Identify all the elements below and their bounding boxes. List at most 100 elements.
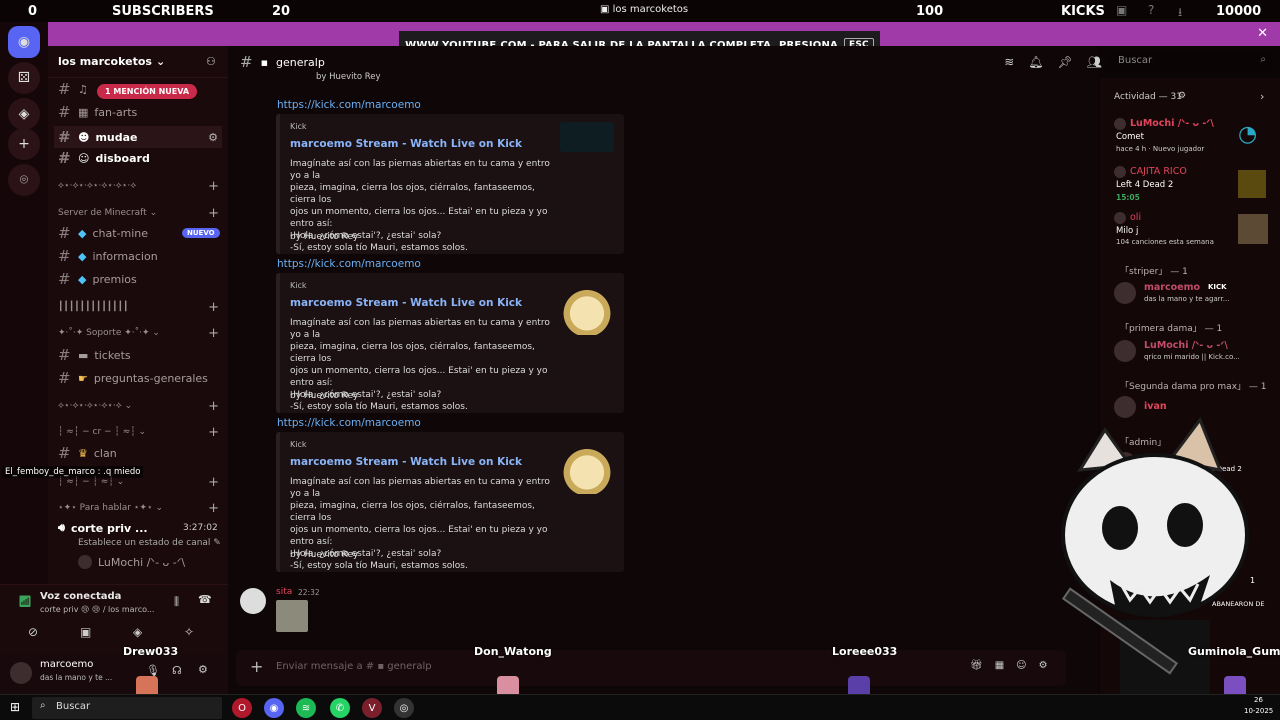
download-icon[interactable]: ⭳ — [1178, 3, 1182, 24]
soundwave-icon[interactable]: ⫼ — [174, 595, 179, 609]
discord-icon[interactable]: ◉ — [264, 698, 284, 718]
settings-icon[interactable]: ⚙ — [198, 663, 208, 676]
members-icon[interactable]: 👥︎ — [1087, 55, 1102, 69]
category-soporte[interactable]: ✦·˚·✦ Soporte ✦·˚·✦ ⌄ + — [58, 326, 223, 341]
embed-title[interactable]: marcoemo Stream - Watch Live on Kick — [290, 138, 522, 150]
bell-icon[interactable]: 🔔︎ — [1028, 55, 1043, 69]
add-channel-icon[interactable]: + — [208, 206, 219, 221]
avatar — [1114, 166, 1126, 178]
screen-share-icon[interactable]: ▣ — [80, 625, 91, 639]
add-channel-icon[interactable]: + — [208, 300, 219, 315]
hash-icon: # — [58, 80, 71, 98]
add-channel-icon[interactable]: + — [208, 425, 219, 440]
diamond-icon: ◆ — [78, 272, 87, 286]
category-para-hablar[interactable]: ⋆✦⋆ Para hablar ⋆✦⋆ ⌄ + — [58, 501, 223, 516]
message-link[interactable]: https://kick.com/marcoemo — [277, 417, 421, 429]
voice-channel-corte-priv[interactable]: 🔊︎ corte priv ... 3:27:02 — [58, 521, 218, 535]
inbox-icon[interactable]: ▣ — [1116, 3, 1127, 17]
embed-title[interactable]: marcoemo Stream - Watch Live on Kick — [290, 297, 522, 309]
avatar[interactable] — [10, 662, 32, 684]
whatsapp-icon[interactable]: ✆ — [330, 698, 350, 718]
composer-actions[interactable]: 🎁︎▦☺⚙ — [970, 660, 1060, 671]
avatar[interactable] — [1114, 340, 1136, 362]
diamond-icon: ◆ — [78, 249, 87, 263]
server-header[interactable]: los marcoketos ⌄ ⚇ — [48, 46, 228, 78]
server-icon-2[interactable]: ◈ — [8, 98, 40, 130]
member-name[interactable]: CAJITA RICO — [1130, 166, 1187, 177]
voice-location[interactable]: corte priv 😢 😢 / los marco... — [40, 605, 154, 614]
category-separator[interactable]: ⟡⋆·⟡⋆·⟡⋆·⟡⋆·⟡⋆·⟡ + — [58, 179, 223, 194]
close-icon[interactable]: ✕ — [1257, 26, 1268, 41]
voice-status-prompt[interactable]: Establece un estado de canal ✎ — [78, 538, 228, 548]
pin-icon[interactable]: 📌︎ — [1058, 55, 1073, 69]
hash-icon: # — [58, 128, 71, 146]
valorant-icon[interactable]: V — [362, 698, 382, 718]
viewer-name: Drew033 — [123, 645, 179, 658]
chevron-right-icon[interactable]: › — [1260, 90, 1264, 103]
category-separator[interactable]: ⟡⋆·⟡⋆·⟡⋆·⟡⋆·⟡ ⌄ + — [58, 399, 223, 414]
message-composer[interactable]: + Enviar mensaje a # ▪ generalp 🎁︎▦☺⚙ — [236, 650, 1066, 686]
pointing-icon: ☛ — [78, 371, 88, 385]
subscribers-goal: 20 — [272, 4, 291, 19]
member-name[interactable]: LuMochi /ᐠ- ᴗ -ᐟ\ — [1144, 340, 1228, 351]
help-icon[interactable]: ? — [1148, 3, 1154, 17]
embed-title[interactable]: marcoemo Stream - Watch Live on Kick — [290, 456, 522, 468]
threads-icon[interactable]: ≋ — [1004, 55, 1014, 69]
disconnect-icon[interactable]: ☎ — [198, 593, 212, 606]
activity-icon[interactable]: ◈ — [133, 625, 142, 639]
add-channel-icon[interactable]: + — [208, 179, 219, 194]
message-author[interactable]: sita — [276, 587, 292, 597]
settings-icon[interactable]: ⚙ — [1178, 91, 1186, 101]
add-member-icon[interactable]: ⚇ — [206, 55, 216, 68]
member-name[interactable]: LuMochi /ᐠ- ᴗ -ᐟ\ — [1130, 118, 1214, 129]
windows-start-icon[interactable]: ⊞ — [10, 700, 20, 714]
mention-pill[interactable]: 1 MENCIÓN NUEVA — [97, 84, 198, 99]
embed-thumbnail[interactable] — [560, 440, 614, 494]
discord-home-icon[interactable]: ◉ — [8, 26, 40, 58]
headphones-icon[interactable]: ☊ — [172, 664, 182, 677]
add-server-icon[interactable]: + — [8, 128, 40, 160]
add-channel-icon[interactable]: + — [208, 399, 219, 414]
app-icon[interactable]: ◎ — [394, 698, 414, 718]
channel-informacion[interactable]: # ◆ informacion — [58, 247, 158, 265]
server-name: los marcoketos — [58, 55, 152, 68]
channel-chat-mine[interactable]: # ◆ chat-mine NUEVO — [58, 224, 220, 242]
message-link[interactable]: https://kick.com/marcoemo — [277, 99, 421, 111]
avatar[interactable] — [240, 588, 266, 614]
add-attachment-icon[interactable]: + — [250, 657, 263, 676]
taskbar-search[interactable]: ⌕ Buscar — [32, 697, 222, 719]
add-channel-icon[interactable]: + — [208, 501, 219, 516]
search-input[interactable]: Buscar ⌕ — [1110, 52, 1272, 72]
channel-clan[interactable]: # ♛ clan — [58, 444, 117, 462]
message-link[interactable]: https://kick.com/marcoemo — [277, 258, 421, 270]
voice-member[interactable]: LuMochi /ᐠ- ᴗ -ᐟ\ — [78, 555, 185, 569]
explore-icon[interactable]: ⌾ — [8, 164, 40, 196]
channel-disboard[interactable]: # ☺ disboard — [58, 149, 150, 167]
avatar[interactable] — [1114, 282, 1136, 304]
embed-thumbnail[interactable] — [560, 281, 614, 335]
spotify-icon[interactable]: ≋ — [296, 698, 316, 718]
add-channel-icon[interactable]: + — [208, 326, 219, 341]
channel-mudae[interactable]: # ☻ mudae ⚙ — [54, 126, 222, 148]
channel-fan-arts[interactable]: # ▦ fan-arts — [58, 103, 137, 121]
album-cover — [1238, 214, 1268, 244]
server-icon-1[interactable]: ⚄ — [8, 62, 40, 94]
channel-premios[interactable]: # ◆ premios — [58, 270, 137, 288]
attachment-image[interactable] — [276, 600, 308, 632]
channel-tickets[interactable]: # ▬ tickets — [58, 346, 131, 364]
embed-thumbnail[interactable] — [560, 122, 614, 152]
camera-off-icon[interactable]: ⊘ — [28, 625, 38, 639]
category-separator[interactable]: ┆ ≈┆ − ┆ ≈┆ ⌄ + — [58, 475, 223, 490]
opera-icon[interactable]: O — [232, 698, 252, 718]
member-name[interactable]: marcoemo — [1144, 282, 1200, 293]
add-channel-icon[interactable]: + — [208, 475, 219, 490]
settings-icon[interactable]: ⚙ — [208, 131, 218, 144]
category-separator[interactable]: ┃┃┃┃┃┃┃┃┃┃┃┃┃ + — [58, 300, 223, 315]
member-name[interactable]: oli — [1130, 212, 1141, 223]
category-separator[interactable]: ┆ ≈┆ − cr − ┆ ≈┆ ⌄ + — [58, 425, 223, 440]
soundboard-icon[interactable]: ✧ — [184, 625, 194, 639]
channel-music[interactable]: # ♫ — [58, 80, 88, 98]
category-minecraft[interactable]: Server de Minecraft ⌄ + — [58, 206, 223, 221]
channel-preguntas-generales[interactable]: # ☛ preguntas-generales — [58, 369, 208, 387]
member-status: das la mano y te agarr... — [1144, 295, 1230, 303]
